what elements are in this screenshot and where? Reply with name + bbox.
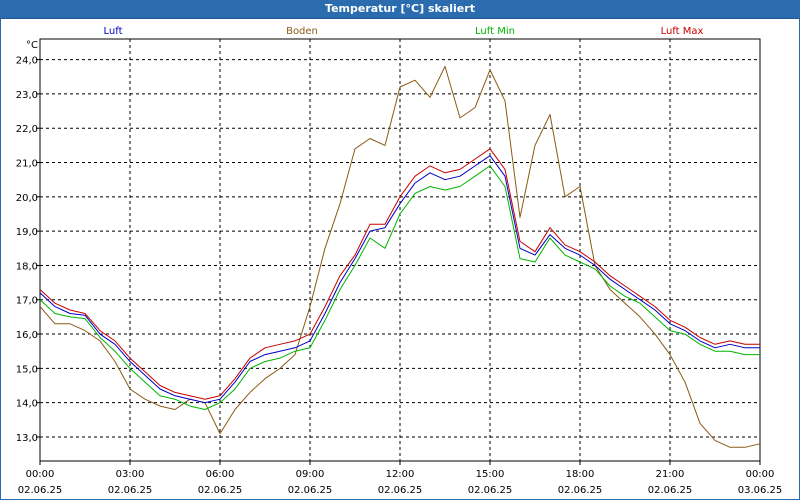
x-tick-time: 15:00 [476, 469, 505, 480]
legend-entry: Luft [104, 26, 123, 37]
y-tick-label: 23,0 [16, 90, 38, 101]
x-tick-time: 06:00 [206, 469, 235, 480]
x-tick-time: 18:00 [566, 469, 595, 480]
y-tick-label: 17,0 [16, 296, 38, 307]
legend-entry: Luft Max [661, 26, 704, 37]
x-tick-date: 02.06.25 [648, 485, 693, 496]
x-tick-time: 12:00 [386, 469, 415, 480]
x-tick-date: 03.06.25 [738, 485, 783, 496]
y-axis-ticks: 24,0 23,0 22,0 21,0 20,0 19,0 18,0 17,0 16,0 15,0… [16, 56, 40, 444]
y-tick-label: 18,0 [16, 261, 38, 272]
y-tick-label: 13,0 [16, 433, 38, 444]
x-tick-date: 02.06.25 [288, 485, 333, 496]
legend: Luft Boden Luft Min Luft Max [104, 26, 704, 37]
y-tick-label: 24,0 [16, 56, 38, 67]
x-tick-date: 02.06.25 [468, 485, 513, 496]
legend-entry: Boden [286, 26, 318, 37]
x-tick-date: 02.06.25 [18, 485, 63, 496]
x-tick-date: 02.06.25 [198, 485, 243, 496]
x-tick-date: 02.06.25 [378, 485, 423, 496]
x-tick-date: 02.06.25 [108, 485, 153, 496]
y-tick-label: 16,0 [16, 330, 38, 341]
x-tick-time: 03:00 [116, 469, 145, 480]
y-tick-label: 21,0 [16, 159, 38, 170]
legend-entry: Luft Min [475, 26, 515, 37]
x-axis-ticks: 00:00 02.06.25 03:00 02.06.25 06:00 02.06.25 0… [18, 461, 783, 496]
y-tick-label: 19,0 [16, 227, 38, 238]
x-tick-date: 02.06.25 [558, 485, 603, 496]
y-tick-label: 15,0 [16, 364, 38, 375]
grid-lines [40, 39, 760, 461]
y-tick-label: 20,0 [16, 193, 38, 204]
y-tick-label: 22,0 [16, 124, 38, 135]
x-tick-time: 00:00 [26, 469, 55, 480]
temperature-chart: Luft Boden Luft Min Luft Max 24,0 23,0 22,0 21… [16, 26, 783, 496]
y-axis-unit: °C [26, 40, 38, 51]
x-tick-time: 00:00 [746, 469, 775, 480]
x-tick-time: 09:00 [296, 469, 325, 480]
y-tick-label: 14,0 [16, 399, 38, 410]
x-tick-time: 21:00 [656, 469, 685, 480]
